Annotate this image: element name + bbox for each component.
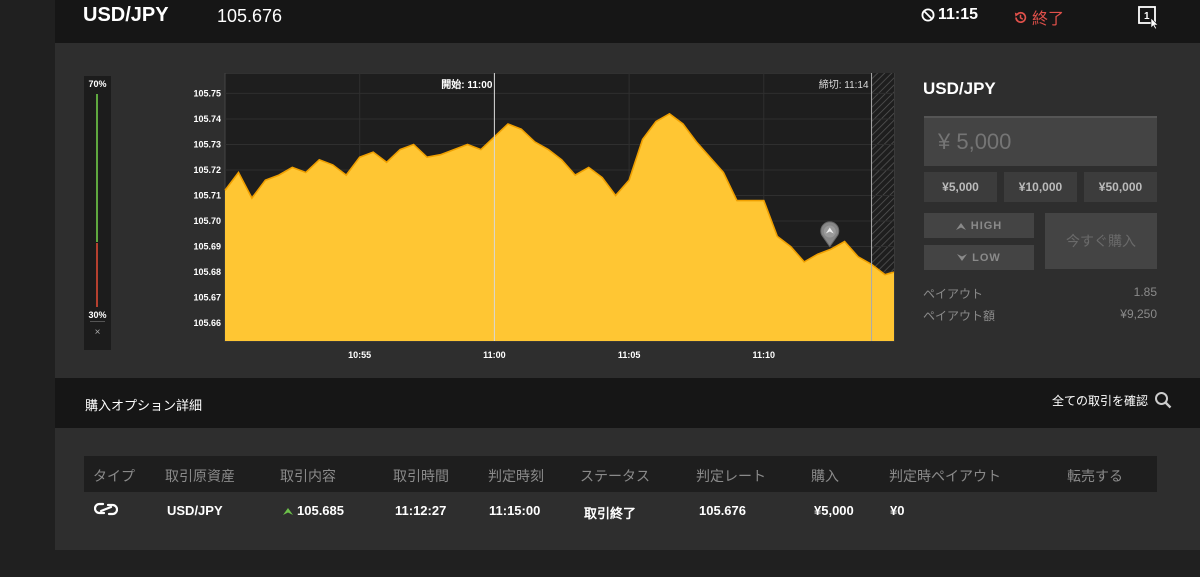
payout-amount-row: ペイアウト額 ¥9,250: [923, 307, 1157, 324]
y-tick-label: 105.74: [193, 114, 221, 124]
status-ended: 終了: [1013, 5, 1064, 29]
status-ended-text: 終了: [1032, 11, 1065, 28]
col-judge-rate: 判定レート: [696, 468, 766, 484]
row-judge-time: 11:15:00: [489, 503, 541, 518]
low-arrow-icon: [957, 253, 968, 261]
window-pointer-number: 1: [1144, 11, 1150, 22]
sentiment-low-bar: [96, 243, 98, 307]
col-content: 取引内容: [280, 468, 336, 484]
x-tick-label: 11:05: [618, 350, 641, 360]
col-payout: 判定時ペイアウト: [889, 468, 1001, 484]
x-tick-label: 11:10: [753, 350, 776, 360]
row-purchase: ¥5,000: [814, 503, 854, 518]
x-tick-label: 10:55: [348, 350, 371, 360]
y-tick-label: 105.66: [193, 318, 221, 328]
close-time-label: 締切: 11:14: [819, 78, 869, 91]
search-icon: [1155, 392, 1172, 409]
sentiment-close-icon[interactable]: ×: [84, 327, 111, 338]
col-resell: 転売する: [1067, 468, 1123, 484]
row-payout: ¥0: [890, 503, 905, 518]
row-content: 105.685: [283, 503, 344, 518]
view-all-trades-label: 全ての取引を確認: [1051, 393, 1148, 408]
preset-5000-button[interactable]: ¥5,000: [924, 172, 997, 202]
trader-sentiment-bar: 70% 30% ×: [84, 76, 111, 350]
payout-value: 1.85: [1133, 285, 1157, 299]
col-trade-time: 取引時間: [393, 468, 449, 484]
y-tick-label: 105.70: [193, 216, 221, 226]
expiry-timer: 11:15: [921, 6, 978, 24]
x-tick-label: 11:00: [483, 350, 506, 360]
options-detail-header: 購入オプション詳細 全ての取引を確認: [55, 378, 1200, 428]
buy-now-button[interactable]: 今すぐ購入: [1045, 213, 1157, 269]
app-frame: USD/JPY 105.676 11:15 終了 1 70% 30% × 105…: [55, 0, 1200, 577]
sentiment-high-pct: 70%: [88, 79, 107, 89]
payout-label: ペイアウト: [923, 287, 984, 301]
row-judge-rate: 105.676: [699, 503, 746, 518]
high-button[interactable]: HIGH: [924, 213, 1034, 238]
low-button[interactable]: LOW: [924, 245, 1034, 270]
sentiment-high-bar: [96, 94, 98, 242]
col-type: タイプ: [93, 468, 135, 484]
top-bar: USD/JPY 105.676 11:15 終了 1: [55, 0, 1200, 43]
high-arrow-icon: [955, 222, 966, 230]
y-tick-label: 105.72: [193, 165, 221, 175]
preset-50000-button[interactable]: ¥50,000: [1084, 172, 1157, 202]
col-asset: 取引原資産: [165, 468, 235, 484]
row-content-value: 105.685: [297, 503, 344, 518]
options-table-area: タイプ 取引原資産 取引内容 取引時間 判定時刻 ステータス 判定レート 購入 …: [55, 428, 1200, 550]
price-chart[interactable]: 105.75 105.74 105.73 105.72 105.71 105.70 105.…: [170, 73, 897, 373]
col-status: ステータス: [580, 468, 650, 484]
y-tick-label: 105.69: [193, 242, 221, 252]
row-status: 取引終了: [584, 506, 637, 521]
amount-input[interactable]: [924, 116, 1157, 166]
row-trade-time: 11:12:27: [395, 503, 447, 518]
asset-pair-title[interactable]: USD/JPY: [83, 4, 169, 27]
payout-amount-value: ¥9,250: [1120, 307, 1157, 321]
options-detail-title: 購入オプション詳細: [85, 398, 203, 413]
current-rate: 105.676: [217, 6, 283, 26]
row-asset: USD/JPY: [167, 503, 223, 518]
sentiment-divider: [90, 321, 105, 322]
start-time-label: 開始: 11:00: [441, 78, 493, 91]
link-chain-icon: [93, 498, 119, 523]
high-button-label: HIGH: [970, 219, 1003, 232]
col-purchase: 購入: [811, 468, 839, 484]
y-tick-label: 105.73: [193, 139, 221, 149]
high-arrow-icon: [283, 508, 293, 515]
view-all-trades-link[interactable]: 全ての取引を確認: [1052, 391, 1172, 409]
col-judge-time: 判定時刻: [488, 468, 544, 484]
sentiment-low-pct: 30%: [88, 310, 107, 320]
expiry-timer-text: 11:15: [938, 6, 979, 23]
window-pointer-icon[interactable]: 1: [1138, 6, 1160, 35]
low-button-label: LOW: [972, 251, 1001, 264]
options-table-header: タイプ 取引原資産 取引内容 取引時間 判定時刻 ステータス 判定レート 購入 …: [84, 456, 1157, 492]
y-tick-label: 105.68: [193, 267, 221, 277]
y-tick-label: 105.67: [193, 293, 221, 303]
table-row[interactable]: USD/JPY 105.685 11:12:27 11:15:00 取引終了 1…: [84, 492, 1157, 528]
y-tick-label: 105.71: [193, 191, 221, 201]
order-panel: USD/JPY ¥5,000 ¥10,000 ¥50,000 HIGH LOW …: [923, 43, 1157, 378]
y-tick-label: 105.75: [193, 88, 221, 98]
trading-area: 70% 30% × 105.75 105.74 105.73 105.72 105.71…: [55, 43, 1200, 378]
payout-row: ペイアウト 1.85: [923, 285, 1157, 302]
panel-asset-title: USD/JPY: [923, 79, 996, 98]
preset-10000-button[interactable]: ¥10,000: [1004, 172, 1077, 202]
payout-amount-label: ペイアウト額: [923, 309, 996, 323]
history-icon: [1014, 11, 1027, 23]
no-entry-icon: [921, 8, 935, 22]
